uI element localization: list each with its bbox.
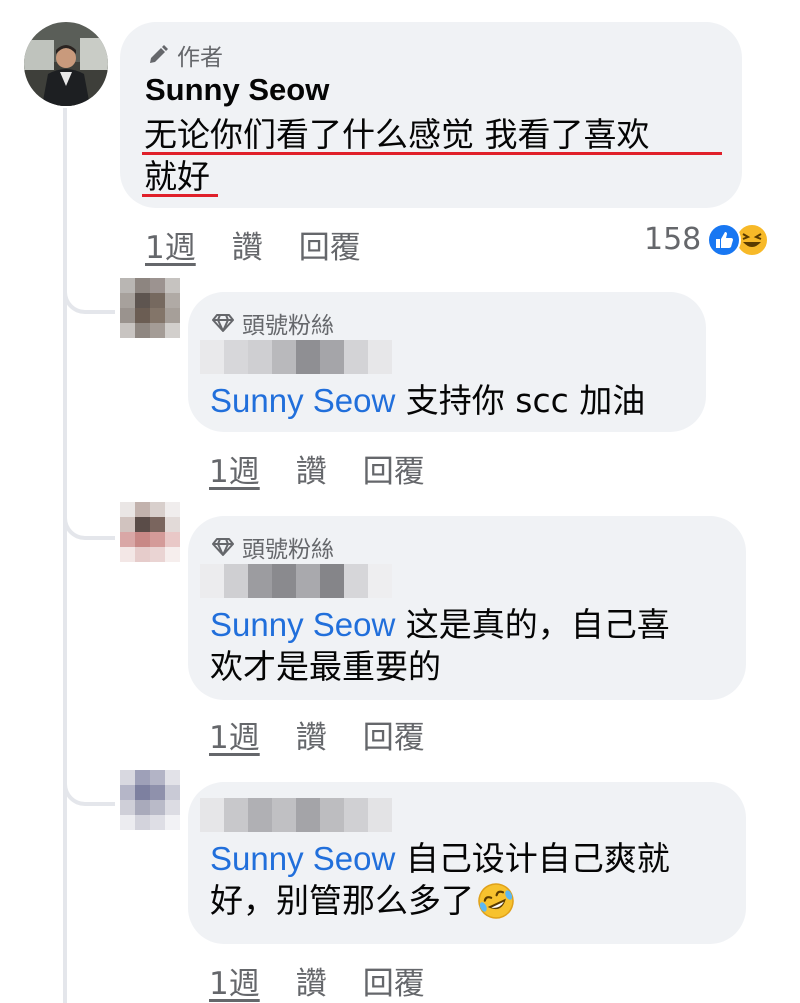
mention-link[interactable]: Sunny Seow bbox=[210, 606, 395, 643]
author-name[interactable]: Sunny Seow bbox=[145, 72, 329, 108]
thread-line bbox=[63, 108, 67, 1003]
like-icon bbox=[707, 222, 742, 257]
timestamp-link[interactable]: 1週 bbox=[145, 222, 196, 267]
comment-line: 好，别管那么多了 bbox=[210, 881, 474, 920]
reactions[interactable]: 158 bbox=[644, 222, 770, 257]
reaction-count: 158 bbox=[644, 222, 702, 257]
comment-actions: 1週 讚 回覆 bbox=[209, 958, 461, 1003]
avatar[interactable] bbox=[120, 278, 180, 338]
timestamp-link[interactable]: 1週 bbox=[209, 446, 260, 491]
red-underline bbox=[142, 152, 722, 155]
thread-branch bbox=[63, 488, 115, 540]
red-underline bbox=[142, 194, 218, 197]
author-name-redacted[interactable] bbox=[200, 340, 392, 374]
diamond-icon bbox=[212, 538, 234, 556]
reply-button[interactable]: 回覆 bbox=[363, 712, 425, 757]
comment-actions: 1週 讚 回覆 bbox=[209, 446, 461, 491]
comment-line: 欢才是最重要的 bbox=[210, 647, 441, 686]
comment-actions: 1週 讚 回覆 bbox=[209, 712, 461, 757]
top-fan-badge: 頭號粉絲 bbox=[212, 530, 334, 564]
avatar[interactable] bbox=[120, 502, 180, 562]
like-button[interactable]: 讚 bbox=[296, 446, 327, 491]
comment-text: Sunny Seow 这是真的，自己喜 欢才是最重要的 bbox=[210, 604, 670, 688]
badge-label: 作者 bbox=[177, 45, 223, 71]
mention-link[interactable]: Sunny Seow bbox=[210, 382, 395, 419]
like-button[interactable]: 讚 bbox=[296, 958, 327, 1003]
rolling-laughing-icon bbox=[478, 883, 514, 919]
comment-text: Sunny Seow 支持你 scc 加油 bbox=[210, 380, 645, 422]
timestamp-link[interactable]: 1週 bbox=[209, 958, 260, 1003]
reply-button[interactable]: 回覆 bbox=[363, 958, 425, 1003]
pencil-icon bbox=[150, 45, 168, 63]
thread-branch bbox=[63, 754, 115, 806]
like-button[interactable]: 讚 bbox=[232, 222, 263, 267]
timestamp-link[interactable]: 1週 bbox=[209, 712, 260, 757]
top-fan-badge: 頭號粉絲 bbox=[212, 306, 334, 340]
reply-button[interactable]: 回覆 bbox=[299, 222, 361, 267]
comment-line: 无论你们看了什么感觉 我看了喜欢 bbox=[144, 115, 650, 154]
author-name-redacted[interactable] bbox=[200, 798, 392, 832]
badge-label: 頭號粉絲 bbox=[242, 313, 334, 339]
comment-text: 无论你们看了什么感觉 我看了喜欢 就好 bbox=[144, 114, 650, 198]
like-button[interactable]: 讚 bbox=[296, 712, 327, 757]
mention-link[interactable]: Sunny Seow bbox=[210, 840, 395, 877]
thread-branch bbox=[63, 262, 115, 314]
diamond-icon bbox=[212, 314, 234, 332]
comment-text: Sunny Seow 自己设计自己爽就 好，别管那么多了 bbox=[210, 838, 670, 922]
comment-line: 支持你 scc 加油 bbox=[395, 381, 646, 420]
avatar[interactable] bbox=[120, 770, 180, 830]
author-badge: 作者 bbox=[147, 38, 223, 72]
comment-line: 这是真的，自己喜 bbox=[395, 605, 670, 644]
comment-line: 自己设计自己爽就 bbox=[395, 839, 670, 878]
badge-label: 頭號粉絲 bbox=[242, 537, 334, 563]
reply-button[interactable]: 回覆 bbox=[363, 446, 425, 491]
avatar[interactable] bbox=[24, 22, 108, 106]
comment-line: 就好 bbox=[144, 157, 210, 196]
comment-actions: 1週 讚 回覆 bbox=[145, 222, 397, 267]
author-name-redacted[interactable] bbox=[200, 564, 392, 598]
